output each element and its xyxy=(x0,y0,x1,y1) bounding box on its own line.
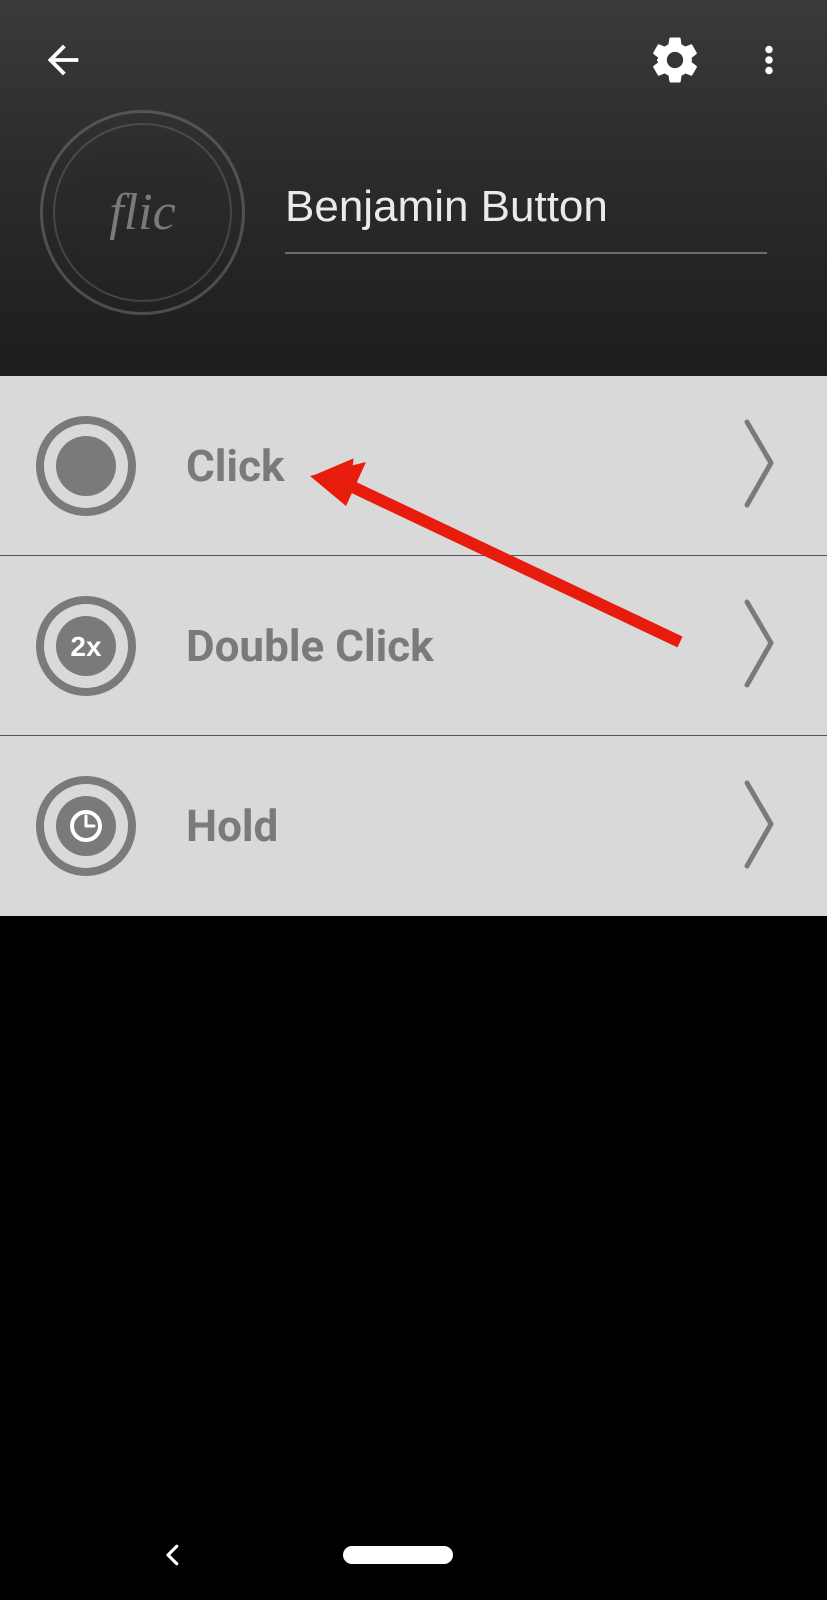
arrow-left-icon xyxy=(40,37,86,83)
android-navbar xyxy=(0,1510,827,1600)
settings-button[interactable] xyxy=(647,32,703,88)
more-button[interactable] xyxy=(751,37,787,83)
actions-list: Click 2x Double Click xyxy=(0,376,827,916)
action-label: Click xyxy=(186,440,743,492)
chevron-right-icon xyxy=(743,777,777,876)
svg-text:2x: 2x xyxy=(70,631,102,662)
action-row-hold[interactable]: Hold xyxy=(0,736,827,916)
more-vert-icon xyxy=(751,37,787,83)
action-row-double-click[interactable]: 2x Double Click xyxy=(0,556,827,736)
flic-device-avatar[interactable]: flic xyxy=(40,110,245,315)
nav-back-button[interactable] xyxy=(158,1540,188,1570)
action-label: Double Click xyxy=(186,620,743,672)
chevron-right-icon xyxy=(743,596,777,695)
back-button[interactable] xyxy=(40,37,86,83)
nav-home-button[interactable] xyxy=(343,1546,453,1564)
hold-icon xyxy=(36,776,136,876)
header-panel: flic xyxy=(0,0,827,376)
chevron-left-icon xyxy=(158,1540,188,1570)
gear-icon xyxy=(647,32,703,88)
action-row-click[interactable]: Click xyxy=(0,376,827,556)
double-click-icon: 2x xyxy=(36,596,136,696)
chevron-right-icon xyxy=(743,416,777,515)
single-click-icon xyxy=(36,416,136,516)
flic-logo-text: flic xyxy=(109,183,175,242)
action-label: Hold xyxy=(186,800,743,852)
button-name-input[interactable] xyxy=(285,172,767,254)
